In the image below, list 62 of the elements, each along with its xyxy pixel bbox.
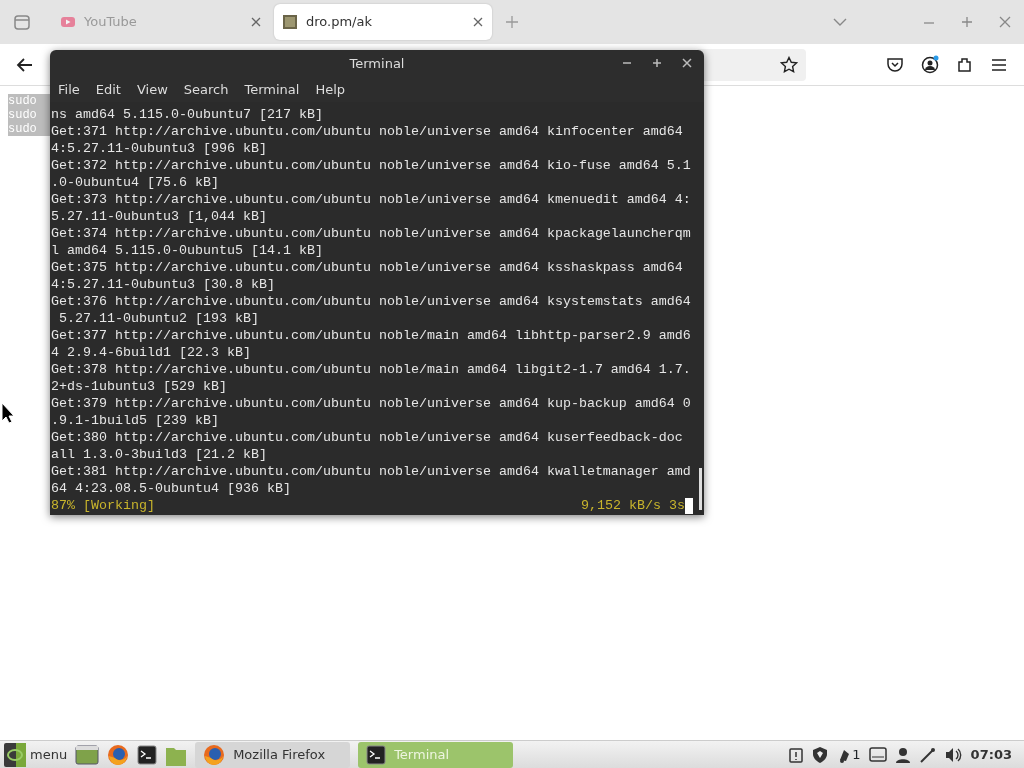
terminal-line: all 1.3.0-3build3 [21.2 kB] [51, 446, 268, 463]
terminal-line: 5.27.11-0ubuntu2 [193 kB] [58, 310, 260, 327]
terminal-line: Get:374 http://archive.ubuntu.com/ubuntu noble/universe amd64 kpackagelauncherqm [51, 225, 692, 242]
star-icon[interactable] [780, 55, 798, 74]
terminal-line: Get:373 http://archive.ubuntu.com/ubuntu noble/universe amd64 kmenuedit amd64 4: [51, 191, 692, 208]
terminal-line: 64 4:23.08.5-0ubuntu4 [936 kB] [51, 480, 292, 497]
terminal-line: Get:371 http://archive.ubuntu.com/ubuntu noble/universe amd64 kinfocenter amd64 [51, 123, 684, 140]
terminal-line: .0-0ubuntu4 [75.6 kB] [51, 174, 220, 191]
terminal-line: 4:5.27.11-0ubuntu3 [996 kB] [51, 140, 268, 157]
terminal-line: Get:381 http://archive.ubuntu.com/ubuntu noble/universe amd64 kwalletmanager amd [51, 463, 692, 480]
menu-item[interactable]: Help [315, 80, 346, 100]
terminal-line: l amd64 5.115.0-0ubuntu5 [14.1 kB] [51, 242, 324, 259]
close-icon[interactable] [680, 56, 694, 70]
firefox-icon [203, 743, 226, 766]
status-text: 87% [Working] [51, 497, 155, 514]
terminal-line: Get:372 http://archive.ubuntu.com/ubuntu noble/universe amd64 kio-fuse amd64 5.1 [51, 157, 692, 174]
terminal-line: 4 2.9.4-6build1 [22.3 kB] [51, 344, 252, 361]
menu-item[interactable]: Search [183, 80, 229, 100]
terminal-line: Get:377 http://archive.ubuntu.com/ubuntu noble/main amd64 libhttp-parser2.9 amd6 [51, 327, 692, 344]
close-icon[interactable] [472, 16, 484, 28]
terminal-line: Get:379 http://archive.ubuntu.com/ubuntu noble/universe amd64 kup-backup amd64 0 [51, 395, 692, 412]
terminal-line: 5.27.11-0ubuntu3 [1,044 kB] [51, 208, 268, 225]
video-site-icon [60, 14, 76, 30]
terminal-icon [366, 744, 387, 765]
terminal-icon[interactable] [137, 744, 158, 765]
terminal-line: .9.1-1build5 [239 kB] [51, 412, 220, 429]
taskbar-window-button[interactable]: Mozilla Firefox [195, 741, 351, 768]
desktop-icon[interactable] [75, 743, 100, 766]
menu-item[interactable]: File [58, 80, 80, 100]
menu-item[interactable]: View [136, 80, 168, 100]
terminal-line: 4:5.27.11-0ubuntu3 [30.8 kB] [51, 276, 276, 293]
firefox-icon[interactable] [107, 743, 130, 766]
account-icon[interactable] [920, 54, 940, 75]
mint-logo-icon [4, 742, 26, 767]
back-icon[interactable] [16, 55, 34, 74]
maximize-icon[interactable] [650, 56, 664, 70]
notification-indicator[interactable]: 1 [836, 744, 861, 765]
terminal-line: 2+ds-1ubuntu3 [529 kB] [51, 378, 228, 395]
scrollbar-thumb[interactable] [699, 468, 702, 510]
shield-icon[interactable] [812, 745, 829, 764]
menu-item[interactable]: Terminal [244, 80, 300, 100]
site-icon [282, 14, 298, 30]
network-icon[interactable] [918, 745, 937, 764]
menu-item[interactable]: Edit [95, 80, 121, 100]
mouse-pointer-icon [1, 402, 15, 424]
terminal-line: Get:380 http://archive.ubuntu.com/ubuntu noble/universe amd64 kuserfeedback-doc [51, 429, 684, 446]
display-icon[interactable] [868, 745, 887, 764]
terminal-line: Get:375 http://archive.ubuntu.com/ubuntu noble/universe amd64 ksshaskpass amd64 [51, 259, 684, 276]
terminal-line: Get:378 http://archive.ubuntu.com/ubuntu noble/main amd64 libgit2-1.7 amd64 1.7. [51, 361, 692, 378]
close-icon[interactable] [250, 16, 262, 28]
clock[interactable]: 07:03 [970, 744, 1012, 765]
browser-tab[interactable]: dro.pm/ak [274, 4, 492, 40]
transfer-rate: 9,152 kB/s 3s [581, 497, 685, 514]
terminal-line: Get:376 http://archive.ubuntu.com/ubuntu noble/universe amd64 ksystemstats amd64 [51, 293, 692, 310]
extensions-icon[interactable] [956, 55, 974, 74]
cursor [685, 497, 693, 514]
user-icon[interactable] [894, 745, 911, 764]
tab-list-icon[interactable] [12, 12, 32, 32]
pocket-icon[interactable] [886, 55, 904, 74]
clipboard-icon[interactable] [788, 745, 805, 764]
menu-button[interactable]: menu [4, 742, 68, 767]
window-title: Terminal [349, 55, 405, 74]
